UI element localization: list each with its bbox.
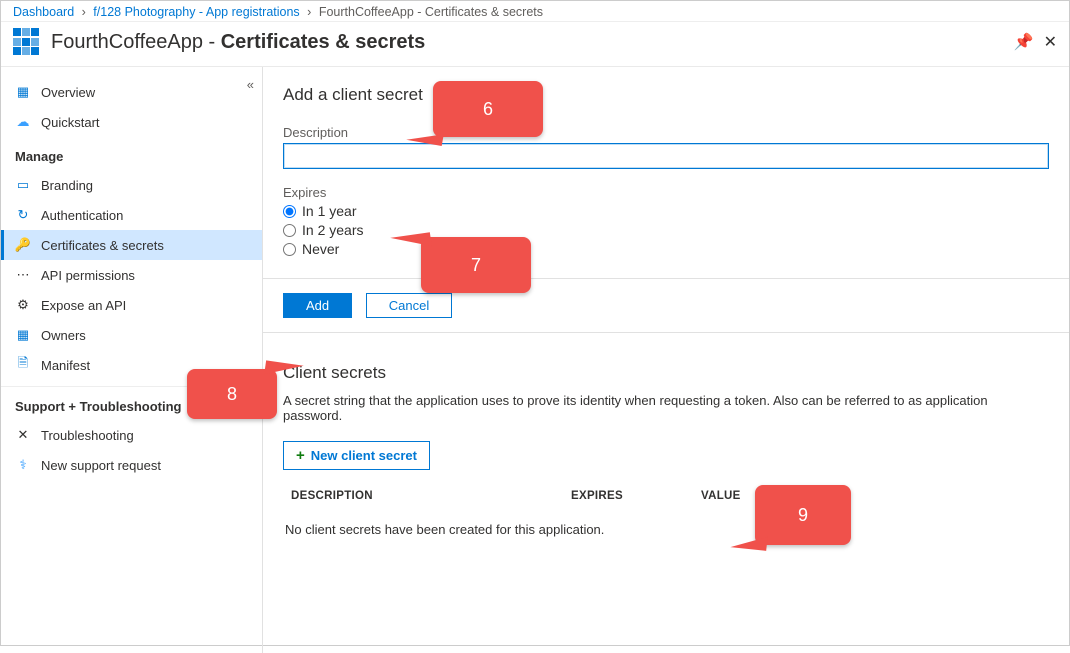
main-content: Add a client secret Description Expires … [263,67,1069,653]
sidebar-item-troubleshooting[interactable]: ✕ Troubleshooting [1,420,262,450]
sidebar-item-quickstart[interactable]: ☁ Quickstart [1,107,262,137]
sidebar-item-label: Authentication [41,208,123,223]
sidebar-item-api-permissions[interactable]: ⋯ API permissions [1,260,262,290]
sidebar-item-expose-an-api[interactable]: ⚙ Expose an API [1,290,262,320]
troubleshooting-icon: ✕ [15,427,31,443]
manifest-icon: 🗎 [15,357,31,373]
nav-group-manage: Manage [1,137,262,170]
callout-9: 9 [755,485,851,545]
client-secrets-title: Client secrets [283,363,1049,383]
sidebar-item-certificates-secrets[interactable]: 🔑 Certificates & secrets [1,230,262,260]
radio-label: In 1 year [302,203,356,219]
sidebar: « ▦ Overview ☁ Quickstart Manage ▭ Branding ↻ A… [1,67,263,653]
branding-icon: ▭ [15,177,31,193]
api-permissions-icon: ⋯ [15,267,31,283]
radio-label: In 2 years [302,222,363,238]
callout-6: 6 [433,81,543,137]
certificates-secrets-icon: 🔑 [15,237,31,253]
close-icon[interactable]: ✕ [1044,32,1057,52]
plus-icon: + [296,447,305,464]
sidebar-item-label: Overview [41,85,95,100]
description-input[interactable] [283,143,1049,169]
page-title: FourthCoffeeApp - Certificates & secrets [51,31,425,54]
radio-label: Never [302,241,339,257]
quickstart-icon: ☁ [15,114,31,130]
button-row: Add Cancel [263,279,1069,333]
owners-icon: ▦ [15,327,31,343]
sidebar-item-branding[interactable]: ▭ Branding [1,170,262,200]
sidebar-item-label: Owners [41,328,86,343]
app-logo-icon [13,28,41,56]
table-header: DESCRIPTION EXPIRES VALUE [283,484,1049,508]
callout-8: 8 [187,369,277,419]
breadcrumb-link[interactable]: f/128 Photography - App registrations [93,5,299,19]
callout-7: 7 [421,237,531,293]
app-name: FourthCoffeeApp [51,31,203,53]
sidebar-item-overview[interactable]: ▦ Overview [1,77,262,107]
breadcrumb-current: FourthCoffeeApp - Certificates & secrets [319,5,543,19]
expires-label: Expires [283,185,1049,200]
col-expires: EXPIRES [571,490,701,502]
empty-state: No client secrets have been created for … [283,508,1049,551]
expires-option[interactable]: In 1 year [283,203,1049,219]
breadcrumb: Dashboard › f/128 Photography - App regi… [1,1,1069,22]
col-description: DESCRIPTION [291,490,571,502]
client-secrets-section: Client secrets A secret string that the … [263,333,1069,581]
sidebar-item-new-support-request[interactable]: ⚕ New support request [1,450,262,480]
expires-option[interactable]: In 2 years [283,222,1049,238]
sidebar-item-label: Troubleshooting [41,428,134,443]
sidebar-item-label: Manifest [41,358,90,373]
sidebar-item-label: New support request [41,458,161,473]
collapse-icon[interactable]: « [247,77,254,92]
sidebar-item-label: Quickstart [41,115,100,130]
sidebar-item-authentication[interactable]: ↻ Authentication [1,200,262,230]
sidebar-item-label: Branding [41,178,93,193]
overview-icon: ▦ [15,84,31,100]
add-secret-panel: Add a client secret Description Expires … [263,67,1069,279]
add-button[interactable]: Add [283,293,352,318]
sidebar-item-label: Expose an API [41,298,126,313]
radio-input[interactable] [283,224,296,237]
add-secret-title: Add a client secret [283,85,1049,105]
expose-an-api-icon: ⚙ [15,297,31,313]
new-client-secret-button[interactable]: + New client secret [283,441,430,470]
sidebar-item-owners[interactable]: ▦ Owners [1,320,262,350]
new-support-request-icon: ⚕ [15,457,31,473]
client-secrets-desc: A secret string that the application use… [283,393,1043,423]
radio-input[interactable] [283,205,296,218]
pin-icon[interactable]: 📌 [1014,32,1034,52]
authentication-icon: ↻ [15,207,31,223]
radio-input[interactable] [283,243,296,256]
page-name: Certificates & secrets [221,31,426,53]
page-header: FourthCoffeeApp - Certificates & secrets… [1,22,1069,67]
sidebar-item-label: Certificates & secrets [41,238,164,253]
description-label: Description [283,125,1049,140]
breadcrumb-link[interactable]: Dashboard [13,5,74,19]
cancel-button[interactable]: Cancel [366,293,452,318]
sidebar-item-label: API permissions [41,268,135,283]
